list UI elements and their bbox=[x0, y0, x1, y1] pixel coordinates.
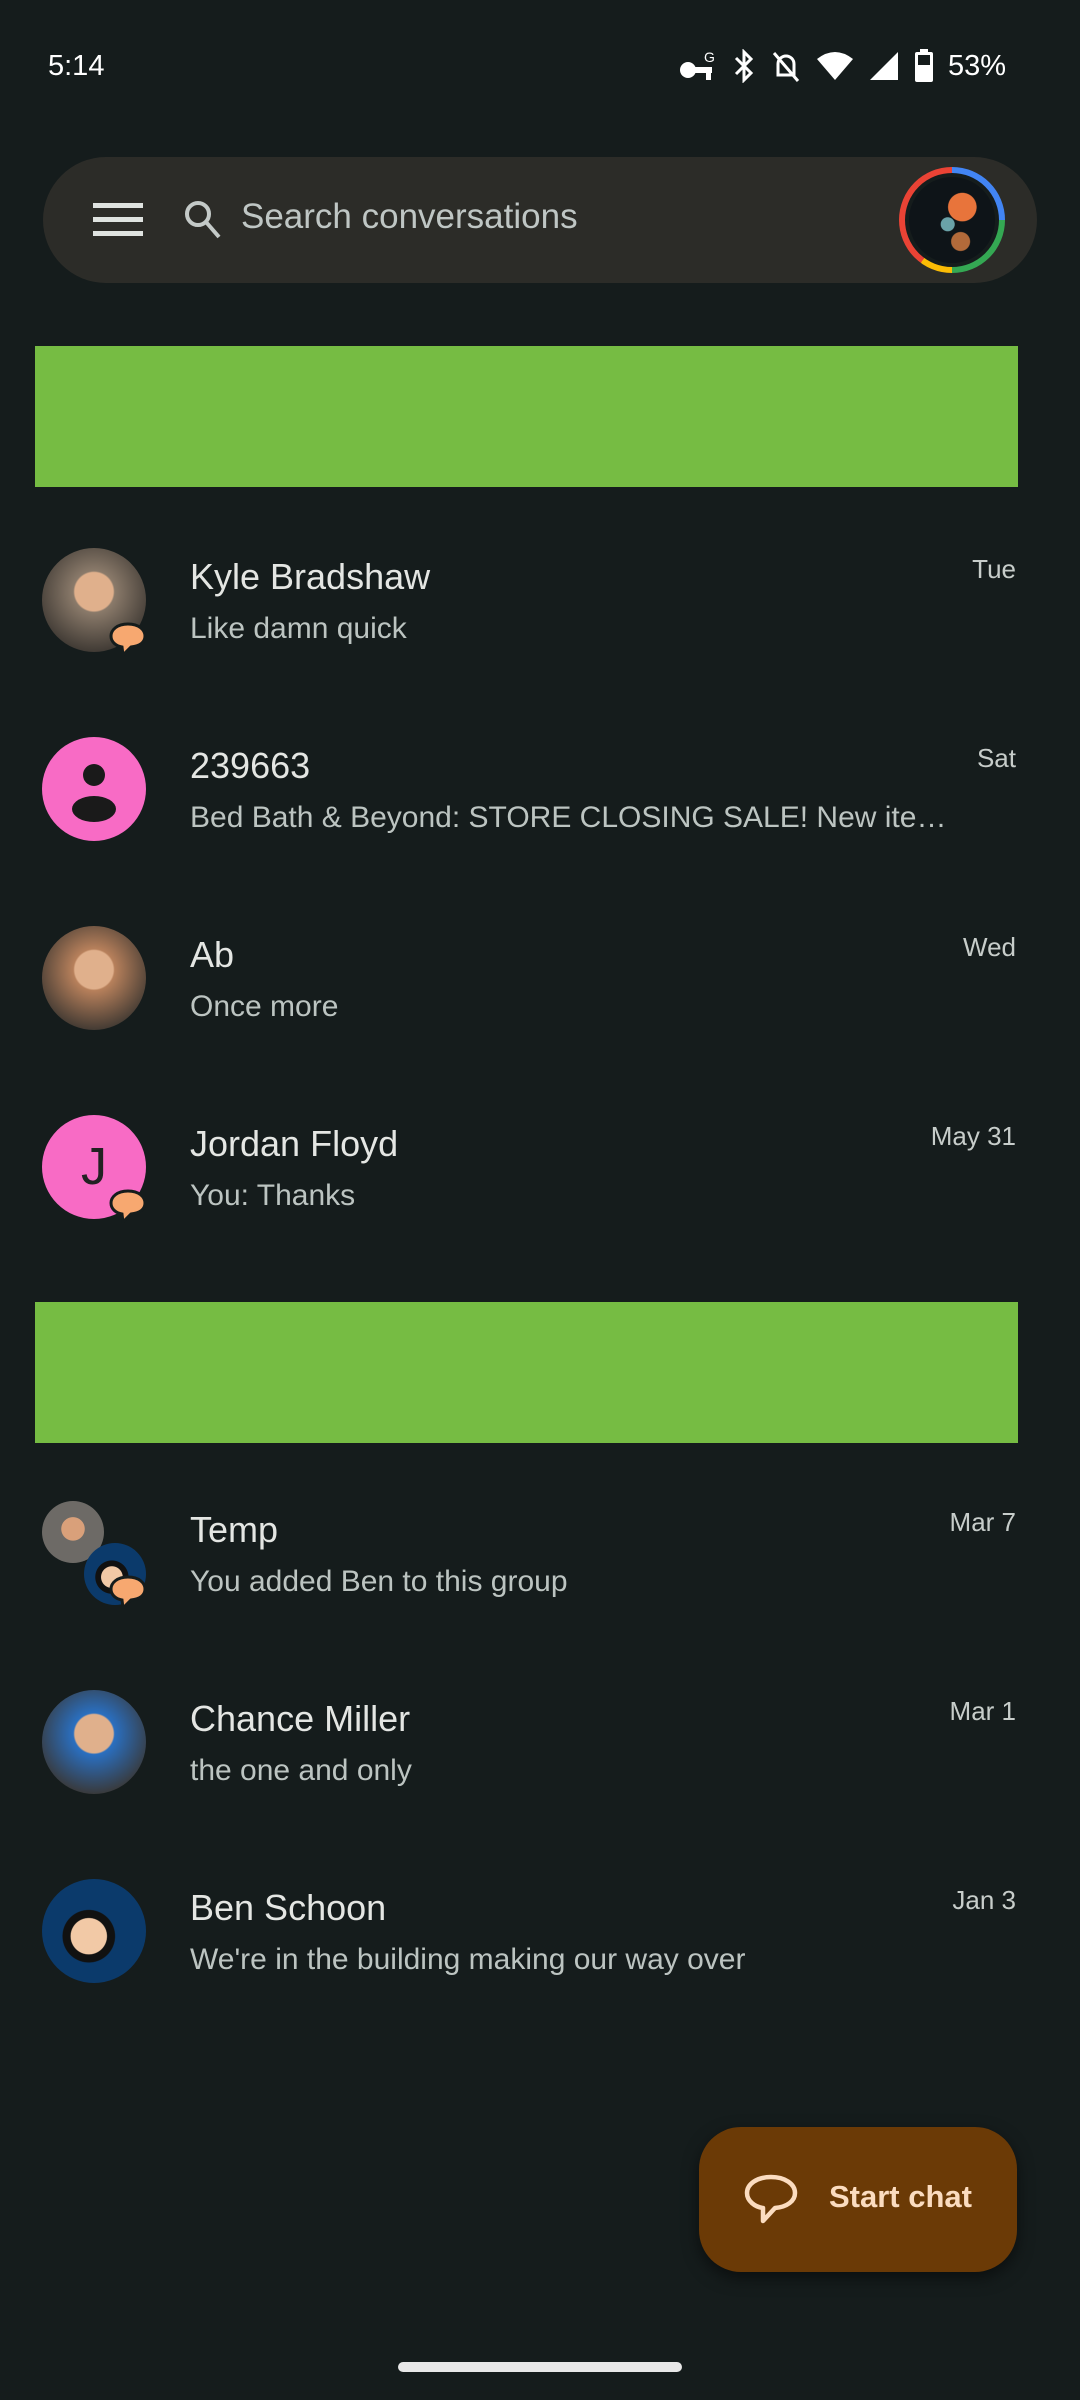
start-chat-label: Start chat bbox=[829, 2179, 972, 2214]
contact-name: Ben Schoon bbox=[190, 1887, 387, 1928]
contact-name: Temp bbox=[190, 1509, 279, 1550]
contact-name: 239663 bbox=[190, 745, 311, 786]
message-snippet: the one and only bbox=[190, 1754, 412, 1787]
rcs-chat-badge-icon bbox=[109, 622, 147, 656]
cell-signal-icon bbox=[869, 52, 898, 80]
conversation-item[interactable]: Chance Miller the one and only Mar 1 bbox=[0, 1666, 1080, 1826]
message-date: Jan 3 bbox=[952, 1885, 1016, 1915]
message-snippet: We're in the building making our way ove… bbox=[190, 1943, 746, 1976]
status-time: 5:14 bbox=[48, 50, 105, 82]
start-chat-button[interactable]: Start chat bbox=[699, 2127, 1017, 2272]
contact-name: Kyle Bradshaw bbox=[190, 556, 431, 597]
rcs-chat-badge-icon bbox=[109, 1189, 147, 1223]
conversation-item[interactable]: 239663 Bed Bath & Beyond: STORE CLOSING … bbox=[0, 713, 1080, 873]
vpn-key-icon: G bbox=[679, 49, 715, 80]
message-snippet: You: Thanks bbox=[190, 1179, 356, 1212]
chat-bubble-icon bbox=[744, 2174, 798, 2224]
message-date: May 31 bbox=[930, 1121, 1016, 1151]
notifications-off-icon bbox=[772, 52, 800, 82]
rcs-chat-badge-icon bbox=[109, 1575, 147, 1609]
contact-name: Jordan Floyd bbox=[190, 1123, 399, 1164]
contact-avatar bbox=[42, 1879, 146, 1983]
message-date: Wed bbox=[963, 932, 1016, 962]
conversation-item[interactable]: Temp You added Ben to this group Mar 7 bbox=[0, 1477, 1080, 1637]
message-date: Mar 1 bbox=[949, 1696, 1016, 1726]
conversation-item[interactable]: J Jordan Floyd You: Thanks May 31 bbox=[0, 1091, 1080, 1251]
svg-text:G: G bbox=[704, 49, 715, 65]
message-date: Sat bbox=[976, 743, 1016, 773]
person-icon bbox=[72, 764, 116, 822]
contact-name: Ab bbox=[190, 934, 235, 975]
message-snippet: Bed Bath & Beyond: STORE CLOSING SALE! N… bbox=[190, 801, 947, 834]
ad-banner bbox=[35, 1302, 1018, 1443]
contact-photo bbox=[42, 926, 146, 1030]
wifi-icon bbox=[816, 52, 853, 80]
conversation-item[interactable]: Ab Once more Wed bbox=[0, 902, 1080, 1062]
ad-banner bbox=[35, 346, 1018, 487]
conversation-item[interactable]: Ben Schoon We're in the building making … bbox=[0, 1855, 1080, 2015]
message-date: Mar 7 bbox=[949, 1507, 1016, 1537]
search-bar[interactable]: Search conversations bbox=[43, 157, 1037, 283]
hamburger-menu-icon[interactable] bbox=[93, 203, 143, 237]
bluetooth-icon bbox=[734, 49, 754, 83]
search-input[interactable]: Search conversations bbox=[241, 197, 578, 237]
conversation-item[interactable]: Kyle Bradshaw Like damn quick Tue bbox=[0, 524, 1080, 684]
battery-percent: 53% bbox=[947, 49, 1006, 82]
account-avatar[interactable] bbox=[899, 167, 1005, 273]
search-icon bbox=[185, 201, 221, 239]
status-bar: 5:14 G 53% bbox=[0, 44, 1080, 94]
message-date: Tue bbox=[972, 554, 1016, 584]
message-snippet: Once more bbox=[190, 990, 339, 1023]
contact-name: Chance Miller bbox=[190, 1698, 411, 1739]
message-snippet: You added Ben to this group bbox=[190, 1565, 568, 1598]
battery-icon bbox=[914, 49, 933, 82]
home-indicator[interactable] bbox=[398, 2362, 682, 2372]
contact-photo bbox=[42, 1690, 146, 1794]
contact-avatar bbox=[42, 737, 146, 841]
message-snippet: Like damn quick bbox=[190, 612, 407, 645]
